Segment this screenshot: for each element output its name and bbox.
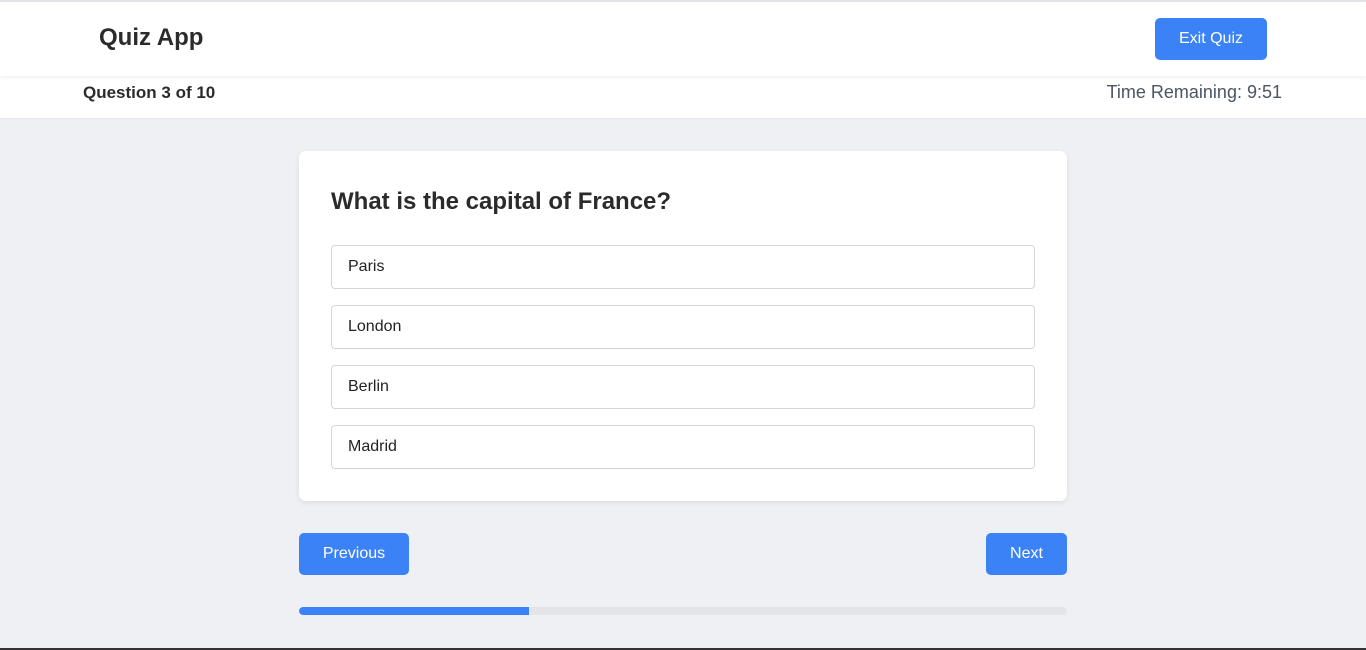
question-text: What is the capital of France?	[331, 188, 672, 215]
next-button[interactable]: Next	[986, 533, 1067, 575]
previous-button[interactable]: Previous	[299, 533, 409, 575]
app-header: Quiz App Exit Quiz	[0, 2, 1366, 76]
question-card: What is the capital of France? Paris Lon…	[299, 151, 1067, 501]
app-title: Quiz App	[99, 24, 204, 51]
progress-bar	[299, 607, 1067, 615]
progress-fill	[299, 607, 530, 615]
quiz-status-bar: Question 3 of 10 Time Remaining: 9:51	[0, 76, 1366, 119]
exit-quiz-button[interactable]: Exit Quiz	[1155, 18, 1267, 60]
answer-option[interactable]: Paris	[331, 245, 1035, 289]
answer-option[interactable]: London	[331, 305, 1035, 349]
question-counter: Question 3 of 10	[83, 83, 216, 102]
time-remaining: Time Remaining: 9:51	[1106, 82, 1282, 102]
answer-option[interactable]: Berlin	[331, 365, 1035, 409]
answer-option[interactable]: Madrid	[331, 425, 1035, 469]
